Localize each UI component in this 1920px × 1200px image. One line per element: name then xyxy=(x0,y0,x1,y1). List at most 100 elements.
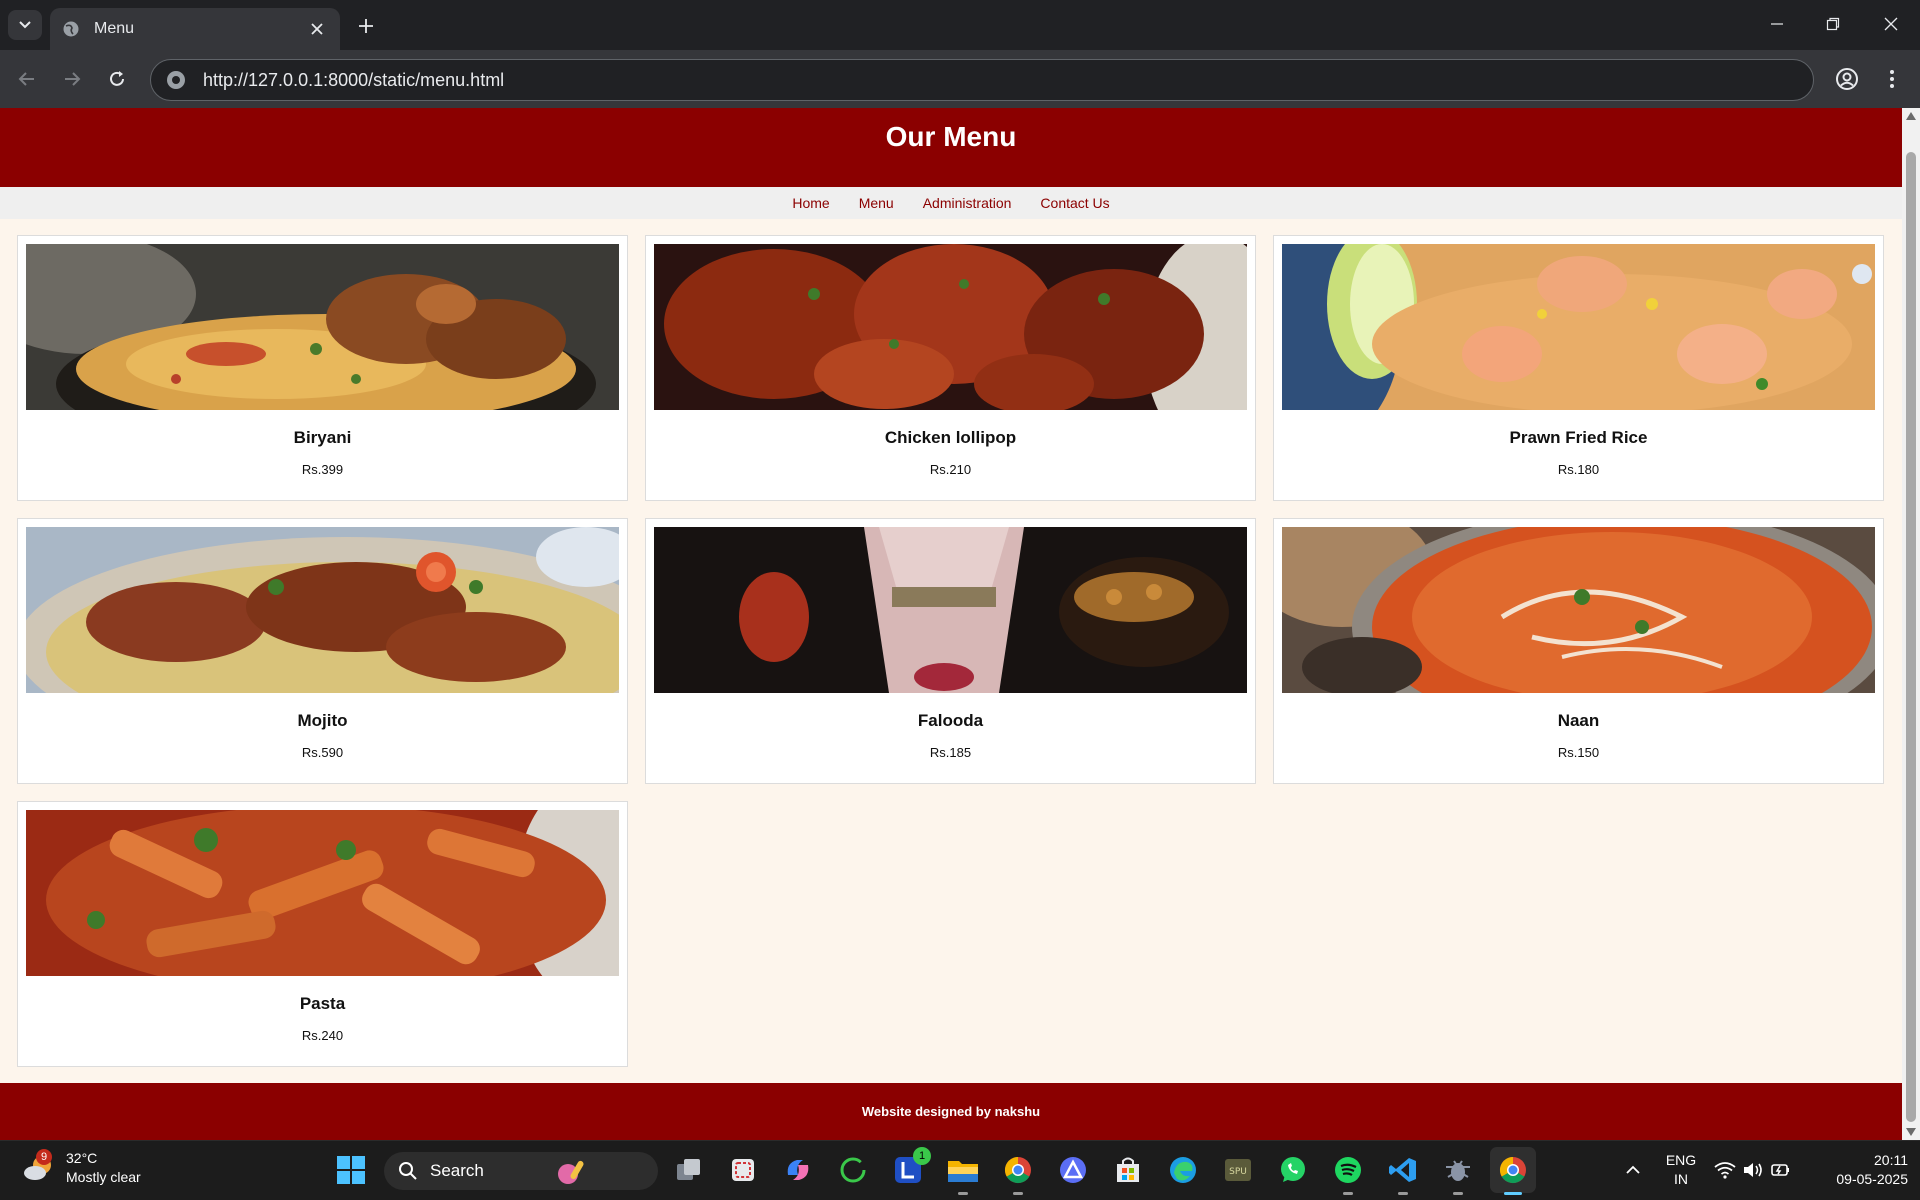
input-language-indicator[interactable]: ENG IN xyxy=(1660,1151,1702,1189)
dish-price: Rs.240 xyxy=(301,1028,344,1043)
taskbar-app-whatsapp[interactable] xyxy=(1276,1153,1310,1187)
browser-tab-menu[interactable]: Menu xyxy=(50,8,340,50)
arrow-right-icon xyxy=(65,72,81,86)
dish-image-mojito xyxy=(26,527,619,693)
weather-condition: Mostly clear xyxy=(66,1169,141,1185)
search-icon xyxy=(399,1162,417,1180)
arrow-left-icon xyxy=(18,72,34,86)
taskbar-app-circle[interactable] xyxy=(836,1153,870,1187)
site-footer: Website designed by nakshu xyxy=(0,1083,1902,1140)
dish-image-chicken-lollipop xyxy=(654,244,1247,410)
spotify-icon xyxy=(1335,1157,1361,1183)
restore-button[interactable] xyxy=(1806,0,1860,48)
menu-card[interactable]: Mojito Rs.590 xyxy=(17,518,628,784)
bug-icon xyxy=(1446,1160,1470,1181)
dish-image-biryani xyxy=(26,244,619,410)
menu-card[interactable]: Biryani Rs.399 xyxy=(17,235,628,501)
chrome-icon xyxy=(1004,1156,1031,1184)
page-title: Our Menu xyxy=(885,121,1017,152)
tab-title: Menu xyxy=(94,20,135,37)
dish-name: Naan xyxy=(1557,711,1600,730)
weather-icon: 9 xyxy=(22,1149,56,1185)
minimize-icon xyxy=(1771,23,1783,25)
running-indicator xyxy=(1504,1192,1522,1195)
nav-link-menu[interactable]: Menu xyxy=(859,195,894,211)
taskbar-app-edge[interactable] xyxy=(1166,1153,1200,1187)
taskbar-app-bug[interactable] xyxy=(1441,1153,1475,1195)
taskbar-app-spotify[interactable] xyxy=(1331,1153,1365,1195)
close-icon xyxy=(1884,17,1898,31)
taskbar-app-store[interactable] xyxy=(1111,1153,1145,1187)
new-tab-button[interactable] xyxy=(352,12,380,40)
dish-price: Rs.590 xyxy=(301,745,344,760)
dish-name: Mojito xyxy=(297,711,348,730)
menu-card[interactable]: Naan Rs.150 xyxy=(1273,518,1884,784)
task-view-button[interactable] xyxy=(672,1153,706,1187)
chevron-down-icon xyxy=(19,21,31,29)
browser-menu-button[interactable] xyxy=(1875,62,1909,96)
menu-card[interactable]: Chicken lollipop Rs.210 xyxy=(645,235,1256,501)
dish-name: Biryani xyxy=(293,428,352,447)
running-indicator xyxy=(1453,1192,1463,1195)
quick-settings-button[interactable] xyxy=(1708,1153,1798,1187)
profile-button[interactable] xyxy=(1830,62,1864,96)
page-scrollbar[interactable] xyxy=(1902,108,1920,1140)
dish-image-pasta xyxy=(26,810,619,976)
restore-icon xyxy=(1826,17,1840,31)
battery-charging-icon xyxy=(1771,1164,1789,1176)
taskbar-app-copilot[interactable] xyxy=(781,1153,815,1187)
browser-toolbar: http://127.0.0.1:8000/static/menu.html xyxy=(0,50,1920,108)
nav-link-home[interactable]: Home xyxy=(792,195,829,211)
menu-grid: Biryani Rs.399 Chicken lollipop Rs.210 P… xyxy=(17,235,1885,1067)
vscode-icon xyxy=(1389,1158,1416,1182)
close-tab-button[interactable] xyxy=(306,18,328,40)
close-window-button[interactable] xyxy=(1864,0,1918,48)
footer-text: Website designed by nakshu xyxy=(861,1104,1041,1119)
copilot-icon xyxy=(787,1160,809,1180)
search-label: Search xyxy=(430,1161,484,1180)
chevron-up-icon xyxy=(1626,1165,1640,1174)
taskbar-search[interactable]: Search xyxy=(384,1152,658,1190)
dish-price: Rs.399 xyxy=(301,462,344,477)
taskbar-app-snipping-tool[interactable] xyxy=(726,1153,760,1187)
minimize-button[interactable] xyxy=(1750,0,1804,48)
svg-text:SPU: SPU xyxy=(1229,1167,1247,1177)
spu-app-icon: SPU xyxy=(1225,1159,1251,1181)
dish-price: Rs.210 xyxy=(929,462,972,477)
windows-logo-icon xyxy=(337,1156,365,1184)
nav-link-administration[interactable]: Administration xyxy=(923,195,1012,211)
address-bar[interactable]: http://127.0.0.1:8000/static/menu.html xyxy=(150,59,1814,101)
dish-image-falooda xyxy=(654,527,1247,693)
scroll-up-arrow-icon[interactable] xyxy=(1906,112,1916,120)
reload-button[interactable] xyxy=(100,62,134,96)
nav-link-contact-us[interactable]: Contact Us xyxy=(1040,195,1109,211)
weather-widget[interactable]: 9 32°C Mostly clear xyxy=(22,1149,141,1187)
back-button[interactable] xyxy=(10,62,44,96)
edge-icon xyxy=(1170,1157,1196,1183)
scrollbar-thumb[interactable] xyxy=(1906,152,1916,1122)
taskbar-app-file-explorer[interactable] xyxy=(946,1153,980,1195)
taskbar-app-vscode[interactable] xyxy=(1386,1153,1420,1195)
taskbar-app-proton[interactable] xyxy=(1056,1153,1090,1187)
running-indicator xyxy=(958,1192,968,1195)
tab-search-button[interactable] xyxy=(8,10,42,40)
search-highlight-icon xyxy=(557,1160,584,1184)
windows-taskbar: 9 32°C Mostly clear Search 1 SPU ENG IN … xyxy=(0,1140,1920,1200)
show-hidden-icons-button[interactable] xyxy=(1616,1153,1650,1187)
scroll-down-arrow-icon[interactable] xyxy=(1906,1128,1916,1136)
region-code: IN xyxy=(1674,1171,1688,1187)
clock[interactable]: 20:11 09-05-2025 xyxy=(1808,1151,1908,1189)
dish-name: Chicken lollipop xyxy=(884,428,1017,447)
taskbar-app-launcher[interactable]: 1 xyxy=(891,1147,931,1187)
forward-button[interactable] xyxy=(55,62,89,96)
menu-card[interactable]: Falooda Rs.185 xyxy=(645,518,1256,784)
taskbar-app-chrome[interactable] xyxy=(1001,1153,1035,1195)
taskbar-app-chrome-active[interactable] xyxy=(1490,1147,1536,1195)
menu-card[interactable]: Pasta Rs.240 xyxy=(17,801,628,1067)
store-icon xyxy=(1117,1157,1139,1182)
menu-card[interactable]: Prawn Fried Rice Rs.180 xyxy=(1273,235,1884,501)
language-code: ENG xyxy=(1665,1152,1697,1168)
taskbar-app-spu[interactable]: SPU xyxy=(1221,1153,1255,1187)
reload-icon xyxy=(110,71,124,86)
start-button[interactable] xyxy=(336,1155,366,1185)
